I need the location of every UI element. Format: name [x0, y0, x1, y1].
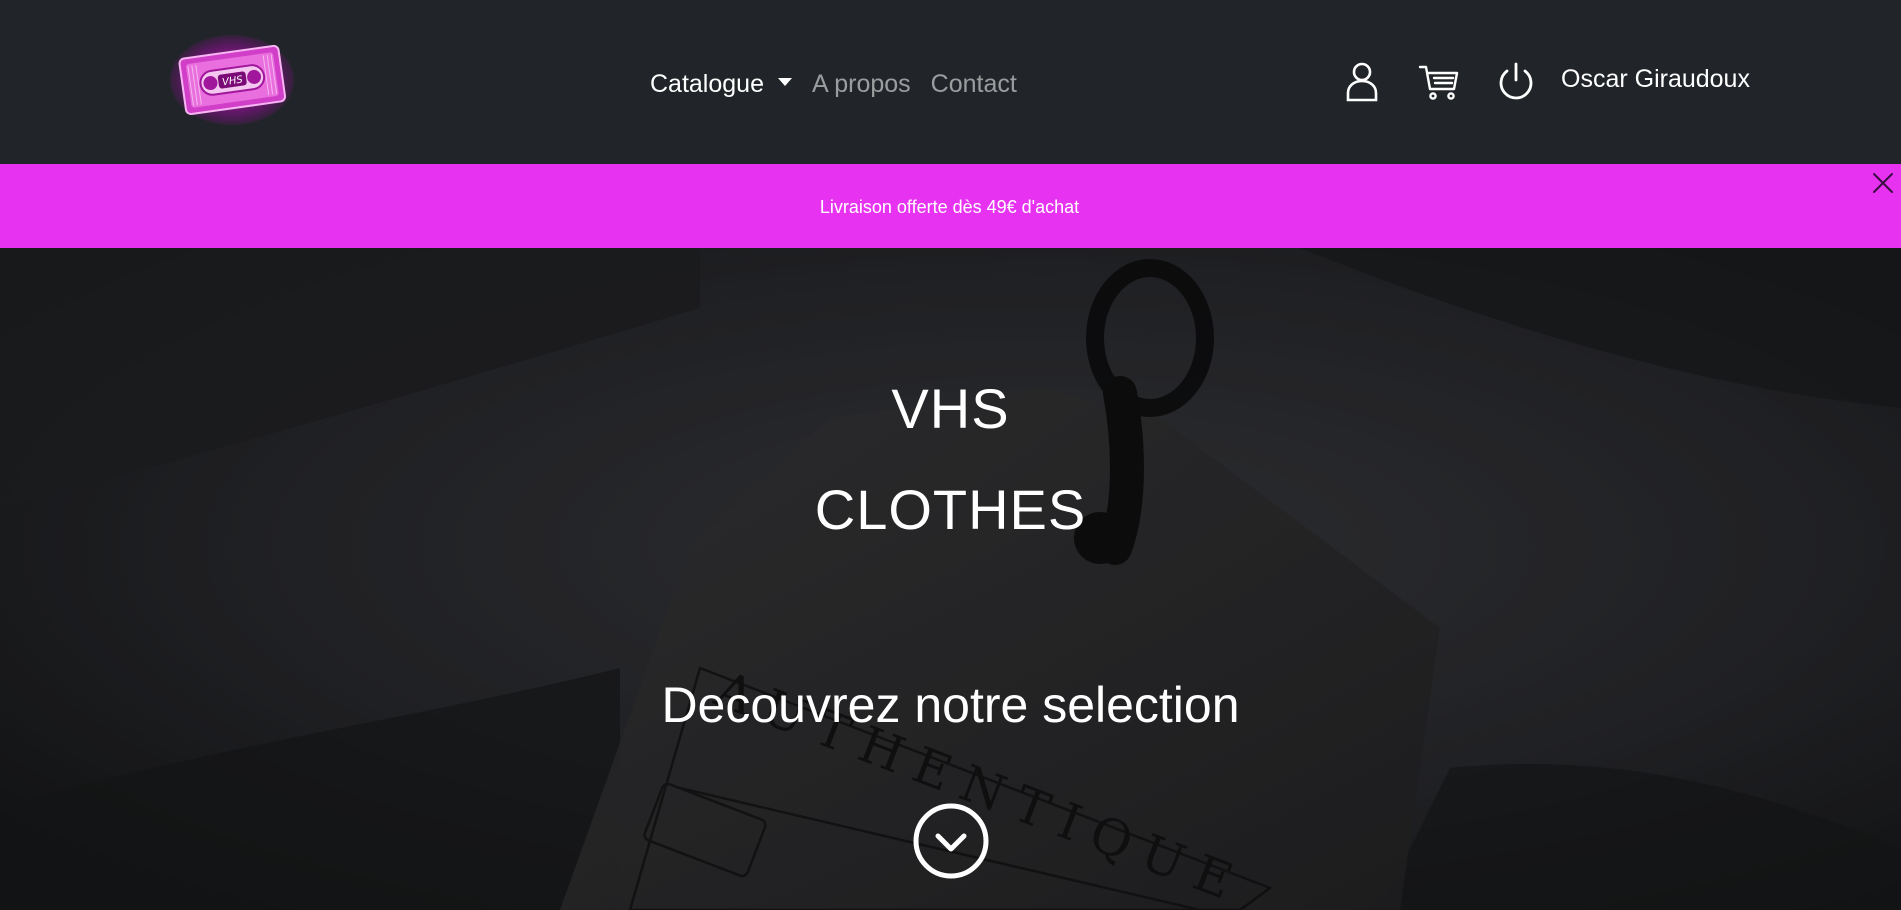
hero-banner: AUTHENTIQUE VHS CLOTHES Decouvrez notre …	[0, 248, 1901, 910]
nav-a-propos[interactable]: A propos	[812, 70, 911, 99]
caret-down-icon	[777, 77, 792, 86]
promo-text: Livraison offerte dès 49€ d'achat	[819, 196, 1080, 217]
promo-banner: Livraison offerte dès 49€ d'achat	[0, 164, 1901, 248]
nav-contact[interactable]: Contact	[931, 70, 1017, 99]
nav-user-area: Oscar Giraudoux	[1340, 56, 1750, 106]
power-icon[interactable]	[1494, 59, 1538, 103]
hero-subtitle: Decouvrez notre selection	[661, 677, 1240, 733]
nav-catalogue[interactable]: Catalogue	[650, 70, 792, 99]
navbar: VHS Catalogue A propos Contact Oscar Gir…	[0, 0, 1901, 164]
hero-title-line1: VHS	[891, 377, 1010, 440]
logo[interactable]: VHS	[170, 30, 295, 125]
hero-title-line2: CLOTHES	[814, 478, 1087, 541]
chevron-down-circle-icon[interactable]	[912, 802, 990, 880]
user-name[interactable]: Oscar Giraudoux	[1561, 65, 1750, 94]
nav-links: Catalogue A propos Contact	[650, 66, 1037, 102]
cart-icon[interactable]	[1417, 59, 1461, 103]
close-icon[interactable]	[1868, 168, 1898, 198]
user-icon[interactable]	[1340, 59, 1384, 103]
nav-catalogue-label: Catalogue	[650, 69, 764, 98]
vhs-cassette-logo-icon: VHS	[170, 35, 294, 125]
